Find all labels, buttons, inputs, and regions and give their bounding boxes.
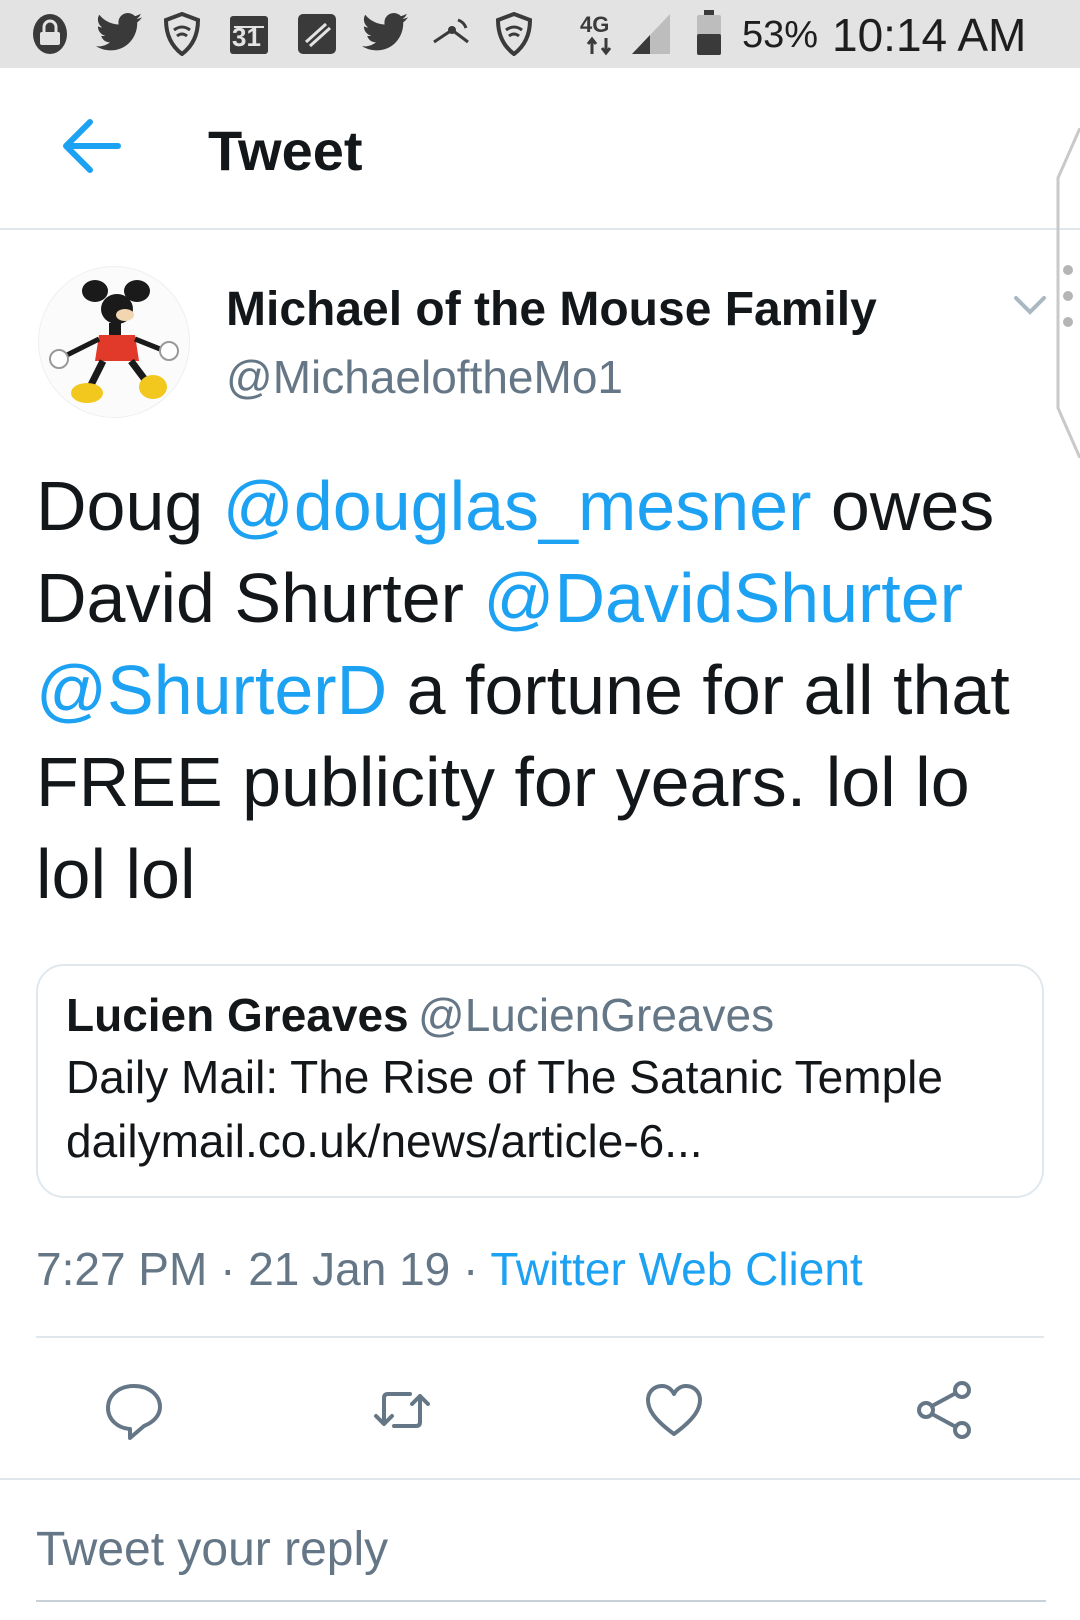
avatar[interactable] (38, 266, 190, 418)
network-arrows-icon (586, 36, 612, 56)
share-icon[interactable] (912, 1378, 976, 1442)
status-bar: 31 4G 53% 10:14 AM (0, 0, 1080, 68)
mention-link[interactable]: @DavidShurter (483, 559, 963, 637)
quoted-tweet-card[interactable]: Lucien Greaves @LucienGreaves Daily Mail… (36, 964, 1044, 1198)
tweet-text-segment: Doug (36, 467, 223, 545)
author-name[interactable]: Michael of the Mouse Family (226, 282, 877, 337)
blackberry-icon (298, 14, 336, 54)
mention-link[interactable]: @douglas_mesner (223, 467, 812, 545)
author-handle[interactable]: @MichaeloftheMo1 (226, 350, 623, 404)
divider (36, 1336, 1044, 1338)
chevron-down-icon[interactable] (1010, 290, 1050, 320)
lock-icon (33, 14, 67, 54)
calendar-day: 31 (232, 22, 261, 52)
battery-percent: 53% (742, 14, 819, 56)
quoted-author-name: Lucien Greaves (66, 989, 409, 1041)
edge-panel-handle[interactable] (1054, 128, 1080, 458)
twitter-icon (362, 13, 408, 51)
tweet-meta: 7:27 PM · 21 Jan 19 · Twitter Web Client (36, 1242, 863, 1296)
quoted-tweet-link: dailymail.co.uk/news/article-6... (66, 1115, 703, 1167)
twitter-icon (96, 13, 142, 51)
clock: 10:14 AM (832, 9, 1027, 61)
tweet-source-link[interactable]: Twitter Web Client (490, 1243, 862, 1295)
tweet-text: Doug @douglas_mesner owes David Shurter … (36, 460, 1046, 920)
app-bar (0, 68, 1080, 230)
divider (0, 1478, 1080, 1480)
signal-icon (632, 14, 670, 54)
mention-link[interactable]: @ShurterD (36, 651, 387, 729)
tweet-date: 21 Jan 19 (248, 1243, 451, 1295)
network-4g-icon: 4G (580, 12, 610, 37)
tweet-time: 7:27 PM (36, 1243, 208, 1295)
quoted-author-handle: @LucienGreaves (418, 989, 775, 1041)
mouse-avatar-icon (39, 267, 189, 417)
reply-input-underline (36, 1600, 1046, 1602)
reply-icon[interactable] (102, 1378, 166, 1442)
quoted-tweet-text: Daily Mail: The Rise of The Satanic Temp… (66, 1051, 943, 1103)
page-title: Tweet (208, 119, 363, 182)
satellite-icon (433, 18, 469, 44)
meta-separator: · (207, 1243, 249, 1295)
retweet-icon[interactable] (370, 1378, 434, 1442)
back-arrow-icon[interactable] (56, 110, 128, 182)
like-heart-icon[interactable] (642, 1378, 706, 1442)
shield-icon (495, 12, 533, 56)
meta-separator: · (450, 1243, 491, 1295)
reply-input[interactable]: Tweet your reply (36, 1522, 388, 1577)
shield-icon (163, 12, 201, 56)
battery-icon (697, 10, 721, 55)
